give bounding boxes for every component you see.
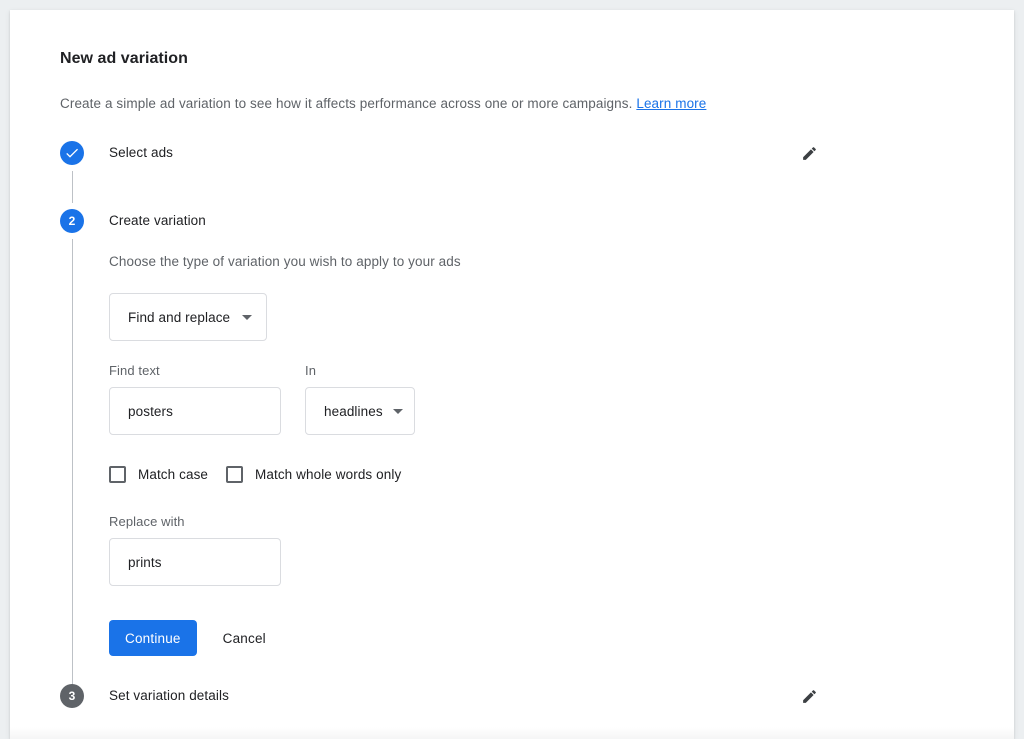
chevron-down-icon (242, 315, 252, 320)
step-1-label: Select ads (109, 141, 173, 165)
find-text-label: Find text (109, 363, 281, 378)
step-2-marker: 2 (60, 209, 84, 233)
in-field-select[interactable]: headlines (305, 387, 415, 435)
step-3-label: Set variation details (109, 684, 229, 708)
variation-type-value: Find and replace (128, 310, 230, 325)
new-ad-variation-card: New ad variation Create a simple ad vari… (10, 10, 1014, 739)
in-field-group: In headlines (305, 363, 415, 435)
step-1-marker (60, 141, 84, 165)
check-icon (64, 145, 80, 161)
cancel-button[interactable]: Cancel (211, 620, 278, 656)
continue-button[interactable]: Continue (109, 620, 197, 656)
create-variation-form: Choose the type of variation you wish to… (109, 233, 1014, 656)
step-set-variation-details[interactable]: 3 Set variation details (60, 684, 1014, 712)
step-3-number: 3 (69, 689, 76, 703)
page-root: New ad variation Create a simple ad vari… (0, 0, 1024, 739)
match-whole-words-checkbox[interactable]: Match whole words only (226, 466, 401, 483)
in-field-label: In (305, 363, 415, 378)
page-subtitle-text: Create a simple ad variation to see how … (60, 96, 632, 111)
step-select-ads[interactable]: Select ads (60, 141, 1014, 169)
learn-more-link[interactable]: Learn more (636, 96, 706, 111)
match-case-checkbox[interactable]: Match case (109, 466, 208, 483)
replace-with-input[interactable] (109, 538, 281, 586)
match-case-label: Match case (138, 467, 208, 482)
find-in-row: Find text In headlines (109, 363, 1014, 435)
match-options-row: Match case Match whole words only (109, 466, 1014, 483)
replace-with-label: Replace with (109, 514, 1014, 529)
stepper: Select ads 2 Create variation (60, 141, 1014, 712)
pencil-icon (801, 688, 818, 705)
variation-helper-text: Choose the type of variation you wish to… (109, 253, 1014, 271)
replace-with-group: Replace with (109, 514, 1014, 586)
in-field-value: headlines (324, 404, 383, 419)
step-3-marker: 3 (60, 684, 84, 708)
page-title: New ad variation (60, 48, 1014, 70)
page-subtitle: Create a simple ad variation to see how … (60, 94, 1014, 114)
checkbox-icon (109, 466, 126, 483)
step-connector-2 (72, 239, 73, 699)
step-2-number: 2 (69, 214, 76, 228)
find-text-group: Find text (109, 363, 281, 435)
step-2-label: Create variation (109, 209, 206, 233)
card-content: New ad variation Create a simple ad vari… (10, 10, 1014, 739)
form-actions: Continue Cancel (109, 620, 1014, 656)
chevron-down-icon (393, 409, 403, 414)
pencil-icon (801, 145, 818, 162)
step-connector-1 (72, 171, 73, 203)
step-3-edit-button[interactable] (798, 685, 820, 707)
variation-type-select[interactable]: Find and replace (109, 293, 267, 341)
checkbox-icon (226, 466, 243, 483)
match-whole-words-label: Match whole words only (255, 467, 401, 482)
step-create-variation: 2 Create variation Choose the type of va… (60, 209, 1014, 656)
step-1-edit-button[interactable] (798, 142, 820, 164)
find-text-input[interactable] (109, 387, 281, 435)
